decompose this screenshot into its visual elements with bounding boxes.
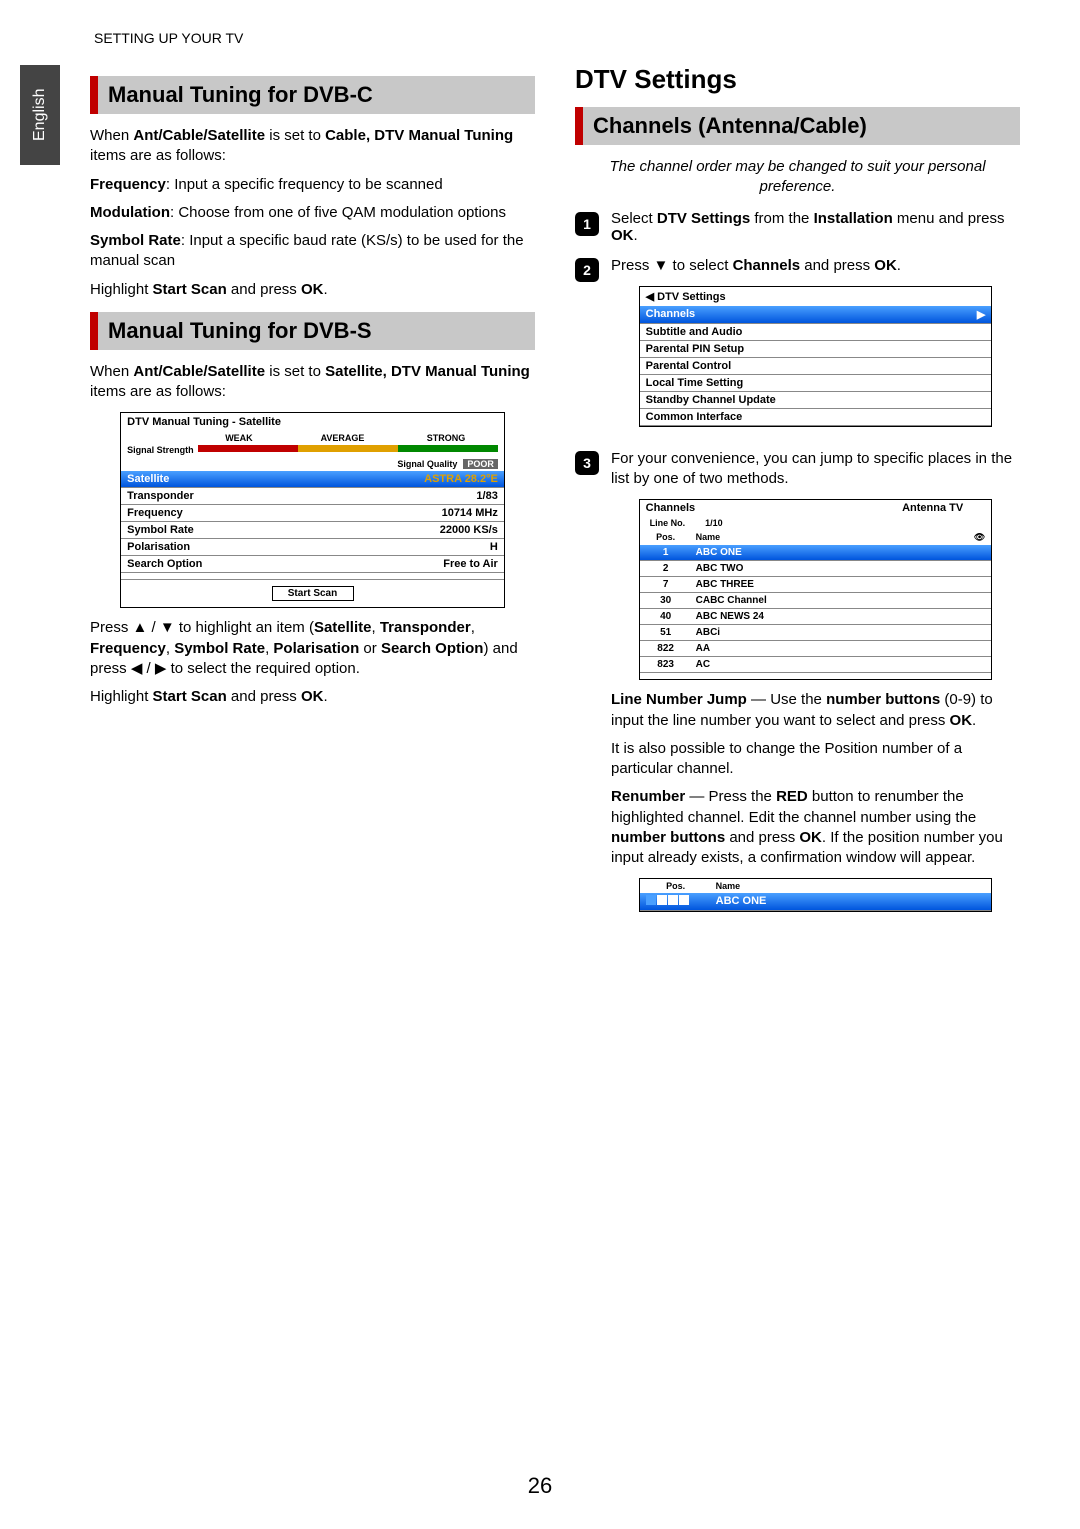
sym-desc: Symbol Rate: Input a specific baud rate … [90, 231, 535, 272]
channel-row: 1ABC ONE [640, 545, 992, 561]
language-tab: English [20, 65, 60, 165]
nav-instructions: Press ▲ / ▼ to highlight an item (Satell… [90, 618, 535, 679]
right-column: DTV Settings Channels (Antenna/Cable) Th… [575, 64, 1020, 934]
line-jump-desc: Line Number Jump — Use the number button… [611, 690, 1020, 731]
satellite-param-row: PolarisationH [121, 539, 504, 556]
channels-header: Channels Antenna TV [640, 500, 992, 516]
step-number-icon: 3 [575, 451, 599, 475]
heading-dvbc: Manual Tuning for DVB-C [90, 76, 535, 114]
channel-row: 822AA [640, 641, 992, 657]
dtv-settings-title: DTV Settings [575, 64, 1020, 95]
ui-title: DTV Manual Tuning - Satellite [121, 413, 504, 431]
channel-row: 7ABC THREE [640, 577, 992, 593]
columns-header: Pos. Name 👁 [640, 530, 992, 545]
step-number-icon: 2 [575, 258, 599, 282]
step-1: 1 Select DTV Settings from the Installat… [575, 210, 1020, 244]
renumber-row: ABC ONE [640, 893, 992, 911]
signal-labels: WEAKAVERAGESTRONG [121, 431, 504, 443]
satellite-param-row: Frequency10714 MHz [121, 505, 504, 522]
channel-row: 51ABCi [640, 625, 992, 641]
dtv-menu-item: Common Interface [640, 409, 992, 426]
dtv-menu-item: Local Time Setting [640, 375, 992, 392]
step-number-icon: 1 [575, 212, 599, 236]
renumber-ui: Pos. Name ABC ONE [639, 878, 993, 912]
dtv-menu-item: Subtitle and Audio [640, 324, 992, 341]
heading-dvbs: Manual Tuning for DVB-S [90, 312, 535, 350]
dtv-menu-item: Channels▶ [640, 306, 992, 324]
battery-icon [969, 502, 985, 512]
dvbc-intro: When Ant/Cable/Satellite is set to Cable… [90, 126, 535, 167]
freq-desc: Frequency: Input a specific frequency to… [90, 175, 535, 195]
renumber-desc: Renumber — Press the RED button to renum… [611, 787, 1020, 868]
satellite-param-row: Transponder1/83 [121, 488, 504, 505]
satellite-tuning-ui: DTV Manual Tuning - Satellite WEAKAVERAG… [120, 412, 505, 608]
page-header: SETTING UP YOUR TV [94, 30, 1020, 46]
channel-row: 2ABC TWO [640, 561, 992, 577]
satellite-param-row: Symbol Rate22000 KS/s [121, 522, 504, 539]
channel-row: 30CABC Channel [640, 593, 992, 609]
signal-strength-row: Signal Strength [121, 443, 504, 457]
channels-list-ui: Channels Antenna TV Line No. 1/10 Pos. N… [639, 499, 993, 680]
satellite-row-selected: Satellite ASTRA 28.2°E [121, 471, 504, 488]
mod-desc: Modulation: Choose from one of five QAM … [90, 203, 535, 223]
dvbs-intro: When Ant/Cable/Satellite is set to Satel… [90, 362, 535, 403]
dtv-menu-item: Parental Control [640, 358, 992, 375]
renumber-header: Pos. Name [640, 879, 992, 893]
position-change-note: It is also possible to change the Positi… [611, 739, 1020, 780]
dtv-menu-item: Parental PIN Setup [640, 341, 992, 358]
left-column: Manual Tuning for DVB-C When Ant/Cable/S… [90, 64, 535, 934]
dtv-settings-menu-ui: ◀ DTV Settings Channels▶Subtitle and Aud… [639, 286, 993, 427]
step-3: 3 For your convenience, you can jump to … [575, 449, 1020, 923]
menu-back: ◀ DTV Settings [640, 287, 992, 306]
signal-quality-row: Signal Quality POOR [121, 457, 504, 471]
start-scan-hint-1: Highlight Start Scan and press OK. [90, 280, 535, 300]
line-no-row: Line No. 1/10 [640, 516, 992, 530]
channels-note: The channel order may be changed to suit… [575, 157, 1020, 198]
channel-row: 40ABC NEWS 24 [640, 609, 992, 625]
eye-icon: 👁 [974, 532, 985, 543]
page-number: 26 [0, 1473, 1080, 1499]
heading-channels: Channels (Antenna/Cable) [575, 107, 1020, 145]
start-scan-button: Start Scan [272, 586, 354, 601]
satellite-param-row: Search OptionFree to Air [121, 556, 504, 573]
dtv-menu-item: Standby Channel Update [640, 392, 992, 409]
step-2: 2 Press ▼ to select Channels and press O… [575, 256, 1020, 437]
channel-row: 823AC [640, 657, 992, 673]
start-scan-hint-2: Highlight Start Scan and press OK. [90, 687, 535, 707]
